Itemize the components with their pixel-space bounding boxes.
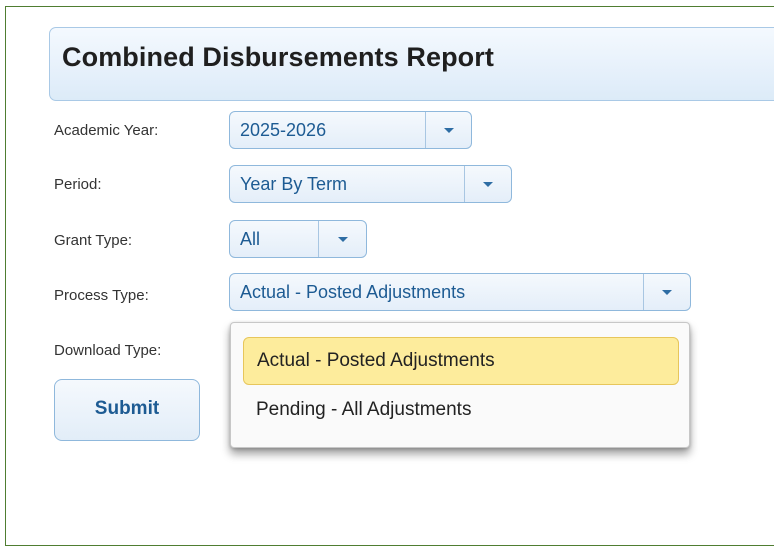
academic-year-label: Academic Year:	[54, 122, 159, 139]
process-type-options-list: Actual - Posted Adjustments Pending - Al…	[230, 322, 690, 448]
period-label: Period:	[54, 176, 102, 193]
period-value: Year By Term	[240, 174, 348, 194]
chevron-down-icon	[483, 182, 493, 187]
period-arrow-button[interactable]	[464, 166, 511, 202]
submit-button[interactable]: Submit	[54, 379, 200, 441]
process-type-arrow-button[interactable]	[643, 274, 690, 310]
process-type-dropdown[interactable]: Actual - Posted Adjustments	[229, 273, 691, 311]
report-header: Combined Disbursements Report	[49, 27, 774, 101]
grant-type-value: All	[240, 229, 261, 249]
process-type-option-pending-all[interactable]: Pending - All Adjustments	[243, 387, 679, 435]
download-type-label: Download Type:	[54, 342, 162, 359]
academic-year-arrow-button[interactable]	[425, 112, 471, 148]
process-type-value: Actual - Posted Adjustments	[240, 282, 466, 302]
period-dropdown[interactable]: Year By Term	[229, 165, 512, 203]
grant-type-label: Grant Type:	[54, 232, 133, 249]
chevron-down-icon	[662, 290, 672, 295]
process-type-label: Process Type:	[54, 287, 149, 304]
chevron-down-icon	[337, 237, 348, 242]
process-type-option-actual-posted[interactable]: Actual - Posted Adjustments	[243, 337, 679, 385]
chevron-down-icon	[443, 128, 454, 133]
academic-year-value: 2025-2026	[240, 120, 327, 140]
grant-type-dropdown[interactable]: All	[229, 220, 367, 258]
grant-type-arrow-button[interactable]	[318, 221, 366, 257]
academic-year-dropdown[interactable]: 2025-2026	[229, 111, 472, 149]
page-title: Combined Disbursements Report	[62, 42, 494, 72]
